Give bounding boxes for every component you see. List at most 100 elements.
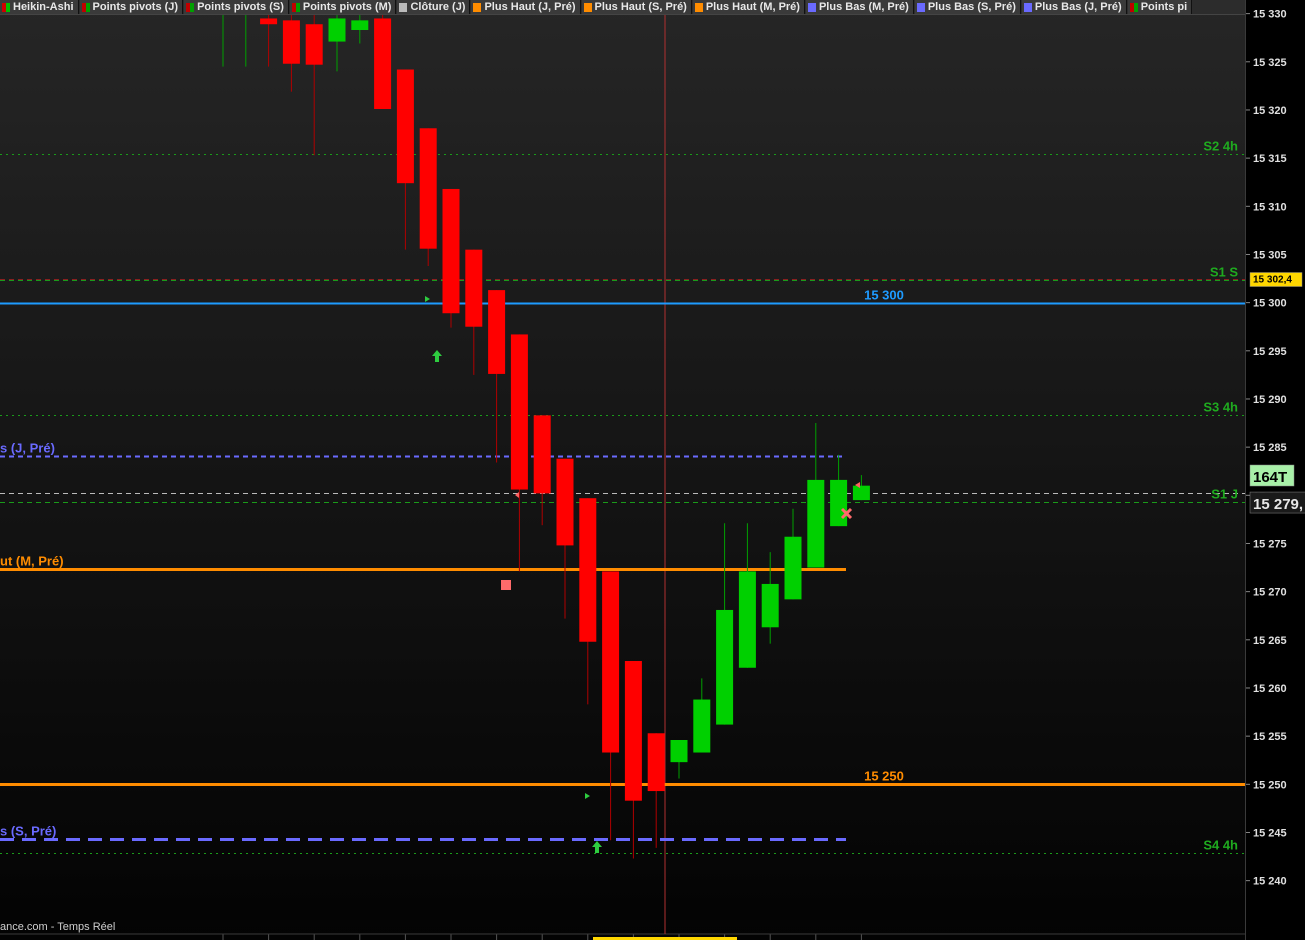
indicator-tab-label: Points pivots (S) xyxy=(197,1,284,13)
candle xyxy=(852,475,870,501)
candle xyxy=(488,290,506,463)
indicator-tab[interactable]: Plus Bas (J, Pré) xyxy=(1021,0,1127,14)
indicator-tab[interactable]: Points pivots (S) xyxy=(184,0,289,14)
candle xyxy=(419,128,437,267)
candle-body xyxy=(670,740,688,763)
candle xyxy=(738,523,756,668)
price-tick-label: 15 270 xyxy=(1253,587,1287,599)
indicator-tab[interactable]: Heikin-Ashi xyxy=(0,0,79,14)
price-tick-label: 15 325 xyxy=(1253,57,1287,69)
price-chart[interactable]: S2 4h S1 S 15 300 S3 4h s (J, Pré) S1 J ut (M,… xyxy=(0,0,1245,940)
candle xyxy=(533,415,551,526)
candle xyxy=(670,740,688,779)
candle-body xyxy=(488,290,506,374)
candle-body xyxy=(852,485,870,501)
candle xyxy=(761,552,779,644)
candle-body xyxy=(761,583,779,628)
candle xyxy=(305,0,323,156)
candle xyxy=(784,508,802,600)
indicator-color-icon xyxy=(81,2,90,12)
indicator-tab[interactable]: Plus Bas (M, Pré) xyxy=(805,0,914,14)
candle-body xyxy=(465,249,483,327)
candle xyxy=(374,0,392,110)
indicator-tab-label: Points pivots (J) xyxy=(92,1,179,13)
level-label: 15 300 xyxy=(864,288,904,303)
candle-body xyxy=(807,479,825,568)
price-tick-label: 15 265 xyxy=(1253,635,1287,647)
level-label: 15 250 xyxy=(864,769,904,784)
candle-body xyxy=(624,661,642,801)
candle-body xyxy=(419,128,437,249)
candle-body xyxy=(374,18,392,110)
indicator-tab-label: Heikin-Ashi xyxy=(13,1,74,13)
indicator-tab-label: Plus Haut (M, Pré) xyxy=(705,1,800,13)
price-tick-label: 15 310 xyxy=(1253,201,1287,213)
price-tick-label: 15 300 xyxy=(1253,298,1287,310)
level-label: S1 S xyxy=(1210,265,1239,280)
candle xyxy=(693,678,711,753)
price-tick-label: 15 320 xyxy=(1253,105,1287,117)
price-tag-label: 15 279, xyxy=(1253,496,1303,513)
level-label: S1 J xyxy=(1211,487,1238,502)
signal-triangle-icon xyxy=(585,793,590,799)
indicator-tab[interactable]: Points pivots (M) xyxy=(289,0,397,14)
candle-body xyxy=(305,24,323,65)
candle xyxy=(579,498,597,705)
level-label: S3 4h xyxy=(1203,400,1238,415)
indicator-tab[interactable]: Plus Haut (S, Pré) xyxy=(581,0,692,14)
candle-body xyxy=(351,20,369,31)
candle-body xyxy=(830,479,848,527)
price-tick-label: 15 255 xyxy=(1253,731,1287,743)
indicator-tab[interactable]: Plus Haut (J, Pré) xyxy=(471,0,581,14)
level-label: s (J, Pré) xyxy=(0,441,55,456)
indicator-tab[interactable]: Plus Haut (M, Pré) xyxy=(692,0,805,14)
level-label: S2 4h xyxy=(1203,139,1238,154)
price-tick-label: 15 290 xyxy=(1253,394,1287,406)
candle-body xyxy=(716,609,734,725)
indicator-tab-label: Plus Bas (M, Pré) xyxy=(818,1,909,13)
indicator-color-icon xyxy=(807,2,816,12)
indicator-tab-label: Clôture (J) xyxy=(410,1,466,13)
candle-body xyxy=(442,188,460,314)
indicator-tab[interactable]: Plus Bas (S, Pré) xyxy=(914,0,1021,14)
candle xyxy=(556,458,574,619)
price-axis[interactable]: 15 330 15 325 15 320 15 315 15 310 15 305 15 3… xyxy=(1245,0,1305,940)
indicator-tab[interactable]: Clôture (J) xyxy=(397,0,471,14)
price-tag-label: 164T xyxy=(1253,469,1287,486)
candle xyxy=(647,733,665,848)
candle-body xyxy=(282,20,300,64)
indicator-color-icon xyxy=(186,2,195,12)
chart-area[interactable]: S2 4h S1 S 15 300 S3 4h s (J, Pré) S1 J ut (M,… xyxy=(0,0,1245,940)
price-tick-label: 15 245 xyxy=(1253,827,1287,839)
indicator-tab-label: Plus Haut (S, Pré) xyxy=(594,1,687,13)
price-tick-label: 15 315 xyxy=(1253,153,1287,165)
candle-body xyxy=(510,334,528,490)
candle-body xyxy=(260,18,278,25)
indicator-color-icon xyxy=(1129,2,1138,12)
indicator-tab-label: Plus Bas (J, Pré) xyxy=(1034,1,1122,13)
candle-body xyxy=(396,69,414,184)
price-tick-label: 15 295 xyxy=(1253,346,1287,358)
indicator-tab-label: Plus Haut (J, Pré) xyxy=(484,1,576,13)
candle-body xyxy=(556,458,574,546)
price-tick-label: 15 305 xyxy=(1253,249,1287,261)
indicator-color-icon xyxy=(2,2,10,12)
signal-triangle-icon xyxy=(425,296,430,302)
price-tick-label: 15 285 xyxy=(1253,442,1287,454)
level-label: ut (M, Pré) xyxy=(0,554,64,569)
up-arrow-icon xyxy=(592,841,602,853)
price-tick-label: 15 330 xyxy=(1253,9,1287,21)
indicator-tab-label: Plus Bas (S, Pré) xyxy=(927,1,1016,13)
signal-triangle-icon xyxy=(515,492,519,498)
indicator-tab[interactable]: Points pi xyxy=(1127,0,1193,14)
indicator-color-icon xyxy=(694,2,703,12)
candle xyxy=(716,523,734,725)
indicator-tab[interactable]: Points pivots (J) xyxy=(79,0,184,14)
candle-body xyxy=(693,699,711,753)
candle-body xyxy=(784,536,802,600)
level-label: s (S, Pré) xyxy=(0,824,56,839)
indicator-toolbar: Heikin-Ashi Points pivots (J) Points pivot… xyxy=(0,0,1245,15)
indicator-color-icon xyxy=(473,2,482,12)
price-tick-label: 15 260 xyxy=(1253,683,1287,695)
price-tick-label: 15 240 xyxy=(1253,876,1287,888)
